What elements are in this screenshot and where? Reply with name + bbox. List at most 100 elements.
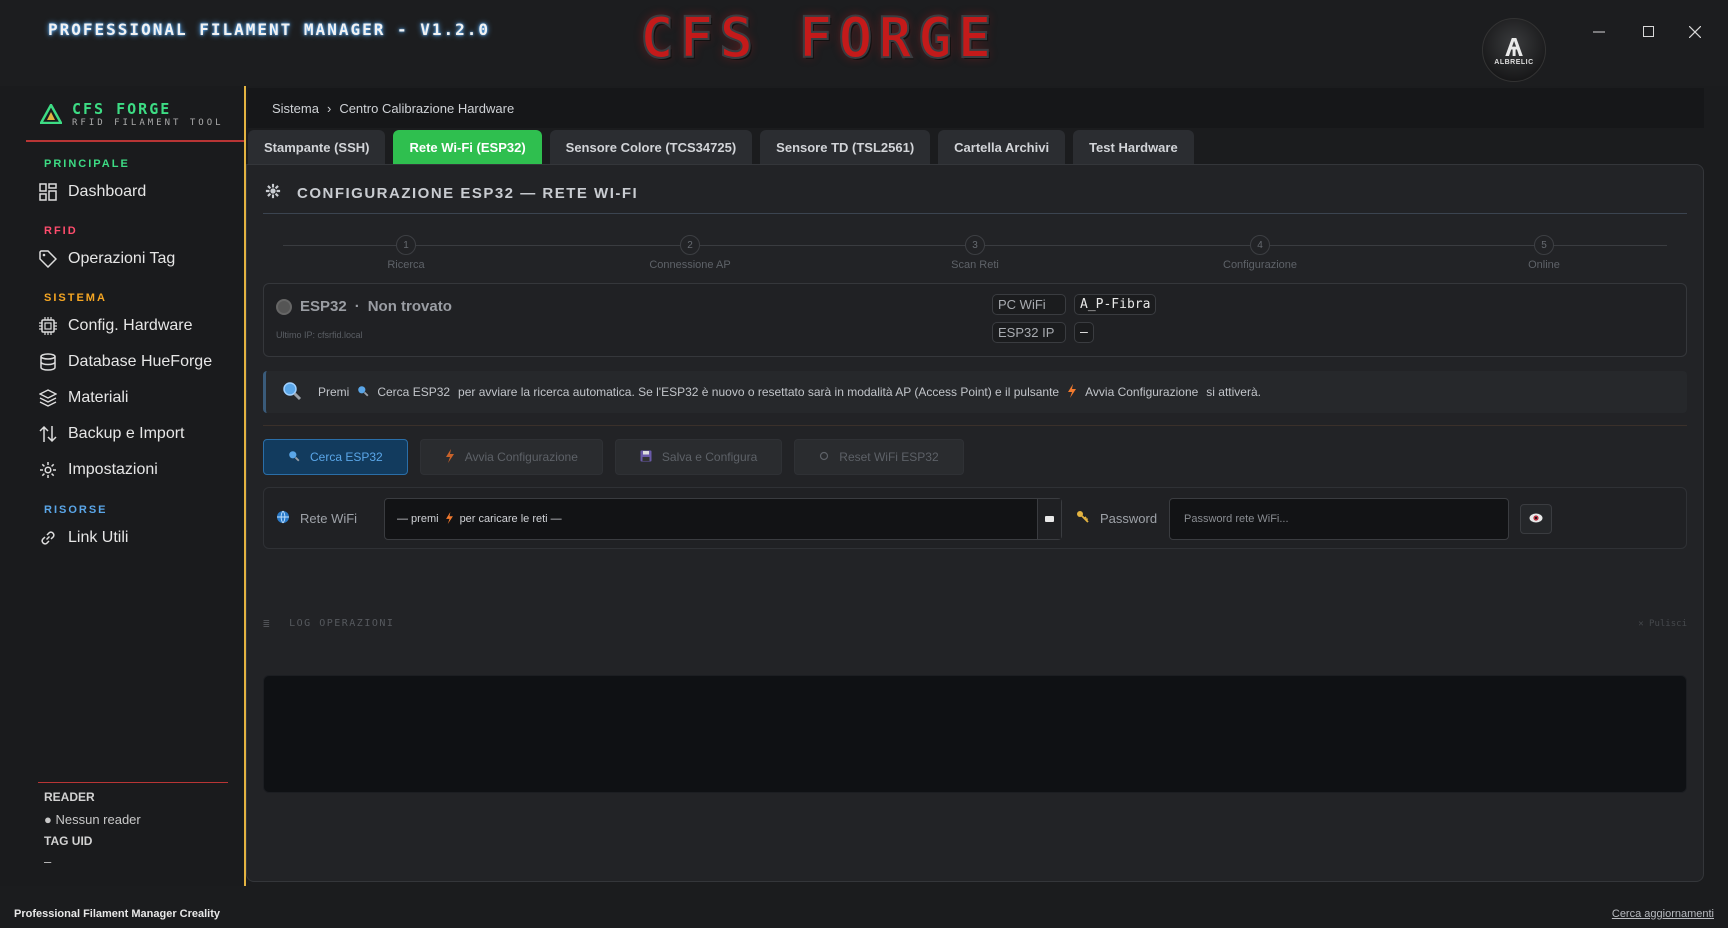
save-config-button[interactable]: Salva e Configura (614, 439, 783, 475)
chip-icon (38, 316, 58, 336)
close-icon (1689, 26, 1701, 38)
floppy-icon (640, 450, 652, 465)
sidebar-item-impostazioni[interactable]: Impostazioni (38, 456, 238, 484)
clear-log-button[interactable]: ✕ Pulisci (1638, 619, 1687, 629)
transfer-icon (38, 424, 58, 444)
key-icon (1076, 510, 1090, 527)
tab-rete-wifi[interactable]: Rete Wi-Fi (ESP32) (393, 130, 542, 164)
app-title: PROFESSIONAL FILAMENT MANAGER - V1.2.0 (48, 20, 491, 39)
tab-cartella-archivi[interactable]: Cartella Archivi (938, 130, 1066, 164)
wifi-select-suffix: per caricare le reti — (459, 513, 562, 525)
tab-stampante-ssh[interactable]: Stampante (SSH) (248, 130, 386, 164)
step-number: 2 (680, 235, 700, 255)
step-number: 5 (1534, 235, 1554, 255)
instruction-hint: Premi Cerca ESP32 per avviare la ricerca… (263, 371, 1687, 413)
password-input[interactable] (1169, 498, 1509, 540)
step-label: Ricerca (387, 259, 425, 271)
avatar[interactable]: Ѧ ALBRELIC (1482, 18, 1546, 82)
step-online: 5 Online (1464, 235, 1624, 271)
search-esp32-label: Cerca ESP32 (310, 450, 383, 464)
panel-title-divider (263, 213, 1687, 214)
reader-status: ● Nessun reader (44, 812, 141, 827)
tag-uid-value: – (44, 854, 52, 869)
sidebar-footer-divider (38, 782, 228, 783)
minimize-icon (1593, 31, 1605, 33)
maximize-button[interactable] (1635, 18, 1663, 46)
reader-dot-icon: ● (44, 812, 56, 827)
eye-icon (1529, 510, 1543, 528)
pc-wifi-value: A_P-Fibra (1074, 294, 1157, 315)
check-updates-link[interactable]: Cerca aggiornamenti (1612, 908, 1714, 920)
setup-stepper: 1 Ricerca 2 Connessione AP 3 Scan Reti 4 Con… (263, 223, 1687, 273)
search-esp32-button[interactable]: Cerca ESP32 (263, 439, 408, 475)
tab-bar: Stampante (SSH) Rete Wi-Fi (ESP32) Senso… (248, 130, 1194, 164)
brand-triangle-icon (40, 104, 62, 124)
status-indicator-icon (276, 298, 292, 315)
log-icon: ≣ (263, 617, 272, 630)
reset-icon (819, 450, 829, 464)
chevron-down-icon (1045, 516, 1054, 522)
esp32-status-card: ESP32 · Non trovato Ultimo IP: cfsrfid.l… (263, 283, 1687, 357)
brand-logo: CFS FORGE (639, 5, 998, 72)
panel-title-text: CONFIGURAZIONE ESP32 — RETE WI-FI (297, 184, 639, 202)
lightning-icon (1067, 383, 1077, 401)
hint-divider (263, 425, 1687, 426)
esp32-ip-label: ESP32 IP (992, 322, 1066, 343)
reader-value: Nessun reader (55, 812, 141, 827)
hint-search-label: Cerca ESP32 (377, 385, 451, 399)
step-scan-reti: 3 Scan Reti (895, 235, 1055, 271)
hint-suffix: si attiverà. (1206, 385, 1261, 399)
dropdown-toggle[interactable] (1037, 499, 1061, 539)
hint-config-label: Avvia Configurazione (1085, 385, 1199, 399)
step-label: Online (1528, 259, 1560, 271)
sidebar-item-label: Config. Hardware (68, 317, 193, 334)
tab-test-hardware[interactable]: Test Hardware (1073, 130, 1194, 164)
status-app-name: Professional Filament Manager Creality (14, 908, 221, 920)
tab-sensore-td[interactable]: Sensore TD (TSL2561) (760, 130, 931, 164)
sidebar-item-database-hueforge[interactable]: Database HueForge (38, 348, 238, 376)
esp32-status-text: Non trovato (367, 298, 452, 315)
esp32-ip-value: – (1074, 322, 1094, 343)
breadcrumb-separator: › (326, 100, 332, 116)
step-number: 3 (965, 235, 985, 255)
hint-middle: per avviare la ricerca automatica. Se l'… (458, 385, 1060, 399)
sidebar-item-materiali[interactable]: Materiali (38, 384, 238, 412)
tag-icon (38, 249, 58, 269)
gear-icon (38, 460, 58, 480)
step-number: 1 (396, 235, 416, 255)
breadcrumb-current: Centro Calibrazione Hardware (339, 100, 515, 116)
status-bar: Professional Filament Manager Creality C… (0, 900, 1728, 928)
gear-icon (265, 183, 281, 203)
tab-sensore-colore[interactable]: Sensore Colore (TCS34725) (549, 130, 753, 164)
minimize-button[interactable] (1585, 18, 1613, 46)
step-number: 4 (1250, 235, 1270, 255)
layers-icon (38, 388, 58, 408)
globe-icon (276, 510, 290, 527)
breadcrumb-root[interactable]: Sistema (272, 101, 319, 116)
esp32-config-panel: CONFIGURAZIONE ESP32 — RETE WI-FI 1 Ricer… (246, 164, 1704, 882)
toggle-password-visibility-button[interactable] (1520, 504, 1552, 534)
search-icon (288, 450, 300, 465)
pc-wifi-info: PC WiFi A_P-Fibra (992, 294, 1157, 315)
avatar-logo-icon: Ѧ (1505, 31, 1523, 62)
sidebar-item-operazioni-tag[interactable]: Operazioni Tag (38, 245, 238, 273)
reset-wifi-button[interactable]: Reset WiFi ESP32 (794, 439, 964, 475)
start-config-button[interactable]: Avvia Configurazione (419, 439, 603, 475)
action-buttons: Cerca ESP32 Avvia Configurazione Salva e… (263, 439, 964, 475)
sidebar-item-label: Impostazioni (68, 461, 158, 478)
close-button[interactable] (1681, 18, 1709, 46)
step-ricerca: 1 Ricerca (326, 235, 486, 271)
wifi-credentials-row: Rete WiFi — premi per caricare le reti —… (263, 487, 1687, 549)
wifi-network-select[interactable]: — premi per caricare le reti — (384, 498, 1062, 540)
sidebar-item-dashboard[interactable]: Dashboard (38, 178, 238, 206)
log-output[interactable] (263, 675, 1687, 793)
sidebar-item-link-utili[interactable]: Link Utili (38, 524, 238, 552)
sidebar-brand-sub: RFID FILAMENT TOOL (72, 118, 224, 128)
step-label: Scan Reti (951, 259, 999, 271)
sidebar-item-label: Materiali (68, 389, 129, 406)
sidebar-item-backup-import[interactable]: Backup e Import (38, 420, 238, 448)
sidebar-divider (26, 140, 244, 142)
section-label-sistema: SISTEMA (44, 292, 107, 304)
sidebar-item-config-hardware[interactable]: Config. Hardware (38, 312, 238, 340)
reset-wifi-label: Reset WiFi ESP32 (839, 450, 939, 464)
